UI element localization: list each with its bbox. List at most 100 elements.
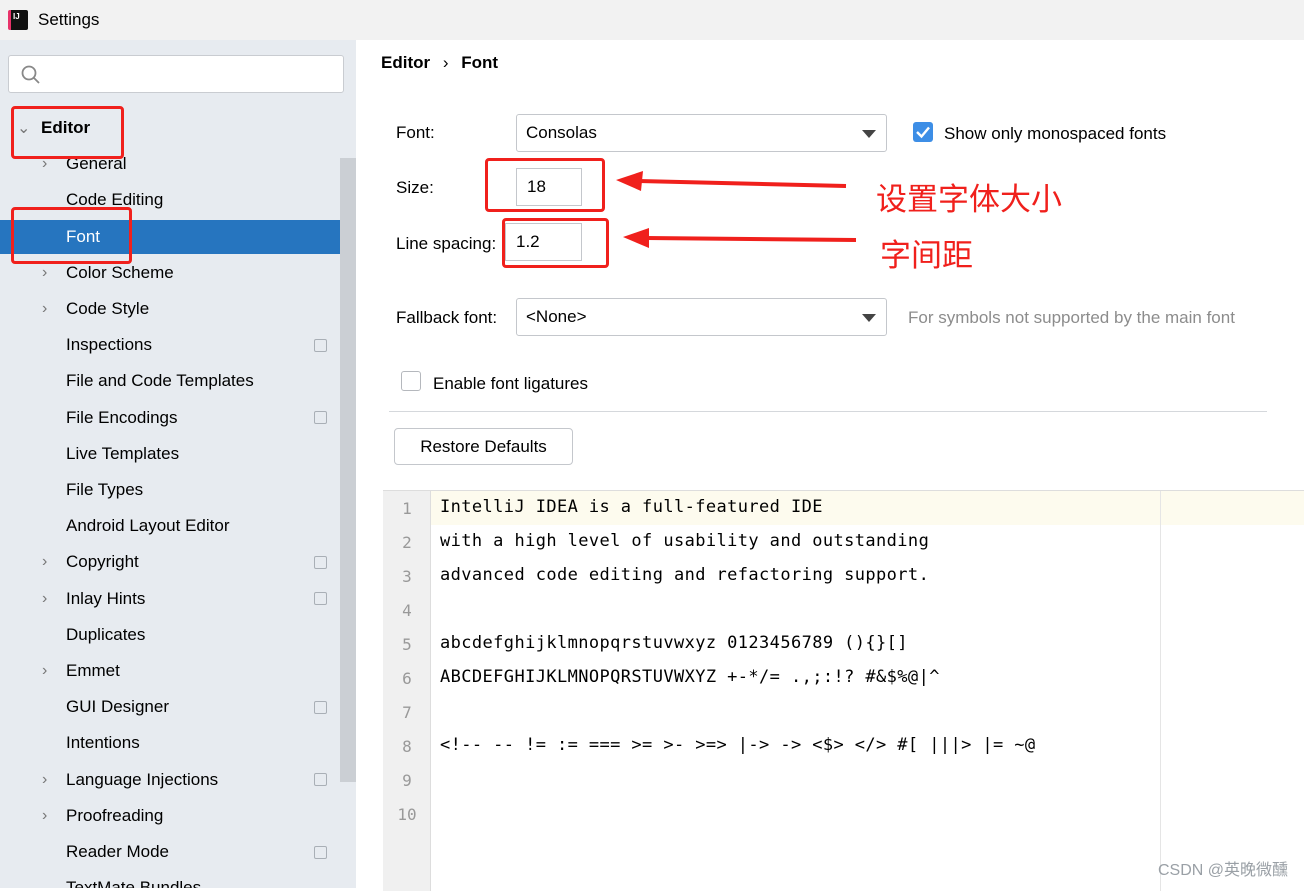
sidebar-item-reader-mode[interactable]: Reader Mode <box>0 835 340 869</box>
sidebar-item-label: Language Injections <box>66 769 219 789</box>
chevron-right-icon: › <box>42 770 48 788</box>
breadcrumb-font: Font <box>461 53 499 72</box>
code-line: abcdefghijklmnopqrstuvwxyz 0123456789 ()… <box>440 633 908 653</box>
chevron-right-icon: › <box>42 553 48 571</box>
code-line: advanced code editing and refactoring su… <box>440 565 930 585</box>
line-number: 3 <box>402 567 412 586</box>
sidebar-item-label: File and Code Templates <box>66 371 254 391</box>
dropdown-arrow-icon <box>862 130 876 138</box>
project-settings-icon <box>314 338 327 352</box>
search-input[interactable] <box>8 55 344 93</box>
line-number: 8 <box>402 737 412 756</box>
sidebar-item-label: Android Layout Editor <box>66 516 230 536</box>
sidebar-item-label: Reader Mode <box>66 842 170 861</box>
monospaced-label: Show only monospaced fonts <box>944 124 1167 143</box>
sidebar-item-language-injections[interactable]: › Language Injections <box>0 763 340 797</box>
code-line: <!-- -- != := === >= >- >=> |-> -> <$> <… <box>440 735 1036 755</box>
project-settings-icon <box>314 845 327 859</box>
sidebar-item-live-templates[interactable]: Live Templates <box>0 437 340 471</box>
chevron-right-icon: › <box>42 589 48 607</box>
fallback-font-label: Fallback font: <box>396 308 498 327</box>
checkmark-icon <box>916 126 930 139</box>
size-label: Size: <box>396 178 434 197</box>
ligatures-label: Enable font ligatures <box>433 374 588 393</box>
sidebar-item-inlay-hints[interactable]: › Inlay Hints <box>0 582 340 616</box>
sidebar-item-code-style[interactable]: › Code Style <box>0 292 340 326</box>
project-settings-icon <box>314 700 327 714</box>
sidebar-item-label: File Types <box>66 480 144 499</box>
sidebar-item-label: Intentions <box>66 733 140 753</box>
chevron-right-icon: › <box>42 263 48 281</box>
dropdown-arrow-icon <box>862 314 876 322</box>
line-number: 1 <box>402 499 412 518</box>
breadcrumb: Editor › Font <box>381 53 498 73</box>
restore-defaults-button[interactable]: Restore Defaults <box>394 428 573 465</box>
sidebar-item-label: Copyright <box>66 552 139 572</box>
chevron-right-icon: › <box>42 300 48 317</box>
code-line: IntelliJ IDEA is a full-featured IDE <box>440 497 823 517</box>
font-settings-panel: Editor › Font Font: Consolas Show only m… <box>356 40 1304 891</box>
sidebar-item-intentions[interactable]: Intentions <box>0 726 340 760</box>
code-line: ABCDEFGHIJKLMNOPQRSTUVWXYZ +-*/= .,;:!? … <box>440 667 940 687</box>
watermark: CSDN @英晚微醺 <box>1157 862 1288 879</box>
sidebar-item-label: Color Scheme <box>66 262 174 282</box>
sidebar-item-textmate-bundles[interactable]: TextMate Bundles <box>0 871 340 888</box>
sidebar-item-label: File Encodings <box>66 407 178 427</box>
divider <box>389 411 1267 412</box>
project-settings-icon <box>314 773 327 787</box>
font-preview-editor[interactable]: 1 IntelliJ IDEA is a full-featured IDE 2 wi… <box>383 490 1304 891</box>
annotation-box-size <box>485 158 605 212</box>
fallback-font-dropdown[interactable]: <None> <box>516 298 887 336</box>
sidebar-scrollbar[interactable] <box>340 158 356 782</box>
chevron-right-icon: › <box>42 662 48 679</box>
line-number: 6 <box>402 669 412 688</box>
sidebar-item-gui-designer[interactable]: GUI Designer <box>0 690 340 724</box>
sidebar-item-label: Inspections <box>66 335 152 355</box>
sidebar-item-label: GUI Designer <box>66 697 169 717</box>
settings-sidebar: ⌄ Editor › General Code Editing Font › Color Sc… <box>0 40 356 888</box>
line-number: 9 <box>402 771 412 790</box>
sidebar-item-file-types[interactable]: File Types <box>0 473 340 507</box>
sidebar-item-proofreading[interactable]: › Proofreading <box>0 799 340 833</box>
fallback-font-value: <None> <box>526 307 587 326</box>
fallback-hint: For symbols not supported by the main fo… <box>908 308 1235 327</box>
chevron-right-icon: › <box>42 806 48 824</box>
sidebar-item-android-layout-editor[interactable]: Android Layout Editor <box>0 509 340 543</box>
window-title: Settings <box>38 10 100 29</box>
line-number: 7 <box>402 703 412 722</box>
font-dropdown[interactable]: Consolas <box>516 114 887 152</box>
right-margin-guide <box>1160 491 1161 891</box>
sidebar-item-label: Emmet <box>66 661 120 680</box>
font-label: Font: <box>396 123 435 142</box>
project-settings-icon <box>314 411 327 425</box>
title-bar: IJ Settings <box>0 0 1304 40</box>
line-number: 10 <box>397 805 417 824</box>
code-line: with a high level of usability and outst… <box>440 531 930 551</box>
sidebar-item-duplicates[interactable]: Duplicates <box>0 618 340 652</box>
sidebar-item-file-and-code-templates[interactable]: File and Code Templates <box>0 364 340 398</box>
sidebar-item-copyright[interactable]: › Copyright <box>0 545 340 579</box>
annotation-box-font <box>11 207 132 264</box>
line-number: 5 <box>402 635 412 654</box>
project-settings-icon <box>314 555 327 569</box>
annotation-size-note: 设置字体大小 <box>876 182 1062 217</box>
sidebar-item-label: Proofreading <box>66 805 164 825</box>
sidebar-item-label: Inlay Hints <box>66 588 146 608</box>
sidebar-item-label: Code Style <box>66 299 150 318</box>
sidebar-item-label: TextMate Bundles <box>66 878 202 888</box>
sidebar-item-file-encodings[interactable]: File Encodings <box>0 401 340 435</box>
project-settings-icon <box>314 592 327 606</box>
line-spacing-label: Line spacing: <box>396 234 497 253</box>
search-icon <box>21 65 40 84</box>
line-number: 4 <box>402 601 412 620</box>
intellij-logo-icon: IJ <box>8 10 28 30</box>
sidebar-item-inspections[interactable]: Inspections <box>0 328 340 362</box>
sidebar-item-label: Live Templates <box>66 443 180 463</box>
annotation-box-spacing <box>502 218 609 268</box>
ligatures-checkbox[interactable] <box>401 371 421 391</box>
breadcrumb-editor[interactable]: Editor <box>381 53 430 72</box>
sidebar-item-emmet[interactable]: › Emmet <box>0 654 340 688</box>
font-value: Consolas <box>526 123 597 142</box>
monospaced-checkbox[interactable] <box>913 122 933 142</box>
annotation-box-editor <box>11 106 124 159</box>
